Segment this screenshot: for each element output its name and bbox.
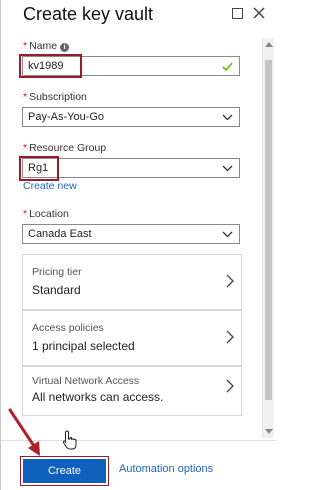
close-icon <box>253 7 265 19</box>
info-icon[interactable]: i <box>60 43 70 52</box>
blade-header: Create key vault <box>1 0 276 34</box>
pricing-tier-value: Standard <box>32 283 81 297</box>
scroll-thumb[interactable] <box>265 60 272 400</box>
chevron-down-icon <box>222 114 233 121</box>
subscription-select[interactable]: Pay-As-You-Go <box>22 107 240 127</box>
chevron-down-icon <box>222 231 233 238</box>
virtual-network-access-section[interactable]: Virtual Network Access All networks can … <box>22 366 242 416</box>
create-key-vault-blade: Create key vault * Name i kv1989 * Subscrip… <box>0 0 276 490</box>
access-policies-label: Access policies <box>32 322 104 334</box>
subscription-label: * Subscription <box>23 91 87 103</box>
virtual-network-access-value: All networks can access. <box>32 390 164 404</box>
chevron-right-icon <box>226 330 234 344</box>
checkmark-icon <box>222 62 233 72</box>
location-label: * Location <box>23 208 69 220</box>
access-policies-section[interactable]: Access policies 1 principal selected <box>22 310 242 366</box>
blade-title: Create key vault <box>23 4 154 24</box>
automation-options-link[interactable]: Automation options <box>119 463 213 475</box>
pricing-tier-section[interactable]: Pricing tier Standard <box>22 254 242 310</box>
close-button[interactable] <box>252 6 268 22</box>
virtual-network-access-label: Virtual Network Access <box>32 375 140 387</box>
create-new-link[interactable]: Create new <box>23 180 77 192</box>
create-button[interactable]: Create <box>23 459 106 483</box>
scroll-down-arrow-icon[interactable] <box>265 429 273 434</box>
chevron-right-icon <box>226 274 234 288</box>
chevron-down-icon <box>222 165 233 172</box>
vertical-scrollbar[interactable] <box>262 38 274 438</box>
blade-footer: Create Automation options <box>1 440 276 490</box>
maximize-button[interactable] <box>230 6 246 22</box>
location-select[interactable]: Canada East <box>22 224 240 244</box>
pricing-tier-label: Pricing tier <box>32 266 82 278</box>
scroll-up-arrow-icon[interactable] <box>265 42 273 47</box>
access-policies-value: 1 principal selected <box>32 339 135 353</box>
chevron-right-icon <box>226 379 234 393</box>
resource-group-highlight-box <box>19 156 59 181</box>
name-label: * Name i <box>23 40 70 52</box>
maximize-icon <box>232 8 243 19</box>
name-highlight-box <box>19 54 82 78</box>
resource-group-label: * Resource Group <box>23 142 107 154</box>
